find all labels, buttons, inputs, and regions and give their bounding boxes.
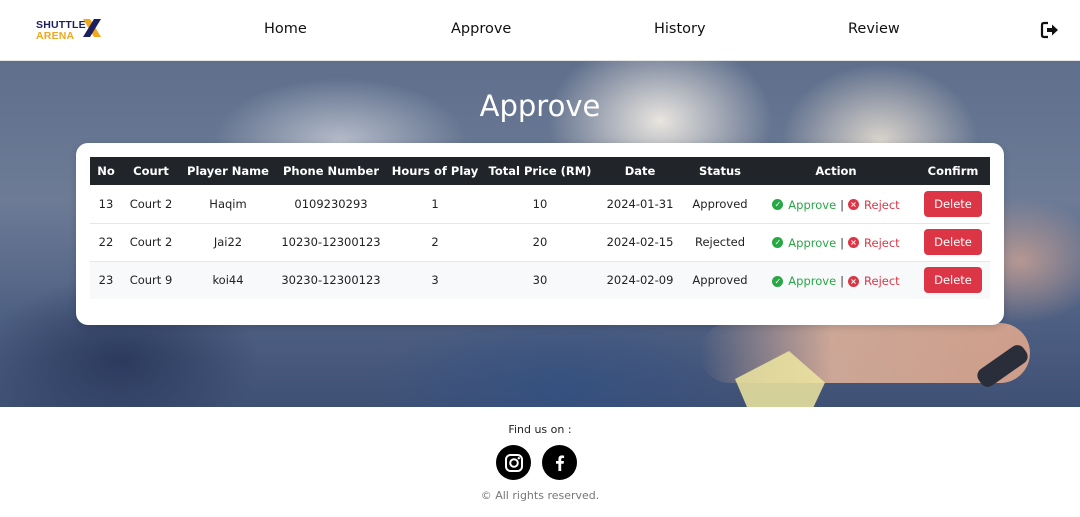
cell-no: 13: [90, 185, 122, 224]
reject-link[interactable]: × Reject: [848, 236, 900, 250]
delete-button[interactable]: Delete: [924, 190, 982, 217]
cell-total-price: 20: [484, 223, 596, 262]
cell-status: Rejected: [684, 223, 756, 262]
navbar: SHUTTLE ARENA Home Approve History Revie…: [0, 0, 1080, 61]
cell-no: 23: [90, 261, 122, 299]
x-circle-icon: ×: [848, 199, 860, 210]
column-header-phone-number: Phone Number: [276, 157, 386, 185]
cell-action: ✓ Approve | × Reject: [756, 223, 916, 262]
reject-label: Reject: [864, 235, 900, 250]
cell-hours-of-play: 2: [386, 223, 484, 262]
delete-button[interactable]: Delete: [924, 229, 982, 255]
delete-button[interactable]: Delete: [924, 267, 982, 294]
cell-phone-number: 30230-12300123: [276, 261, 386, 299]
cell-no: 22: [90, 223, 122, 262]
cell-phone-number: 10230-12300123: [276, 223, 386, 262]
cell-date: 2024-02-15: [596, 223, 684, 262]
column-header-court: Court: [122, 157, 180, 185]
check-circle-icon: ✓: [772, 237, 784, 249]
x-circle-icon: ×: [848, 275, 860, 287]
bookings-card: No Court Player Name Phone Number Hours …: [76, 143, 1004, 325]
table-row: 22 Court 2 Jai22 10230-12300123 2 20 202…: [90, 223, 990, 262]
page-title: Approve: [479, 89, 601, 123]
cell-total-price: 30: [484, 261, 596, 299]
column-header-hours-of-play: Hours of Play: [386, 157, 484, 185]
cell-court: Court 9: [122, 261, 180, 299]
cell-date: 2024-02-09: [596, 261, 684, 299]
bookings-table: No Court Player Name Phone Number Hours …: [90, 157, 990, 299]
reject-link[interactable]: × Reject: [848, 198, 900, 212]
cell-player-name: Jai22: [180, 223, 276, 262]
check-circle-icon: ✓: [772, 275, 784, 287]
cell-hours-of-play: 1: [386, 185, 484, 224]
cell-status: Approved: [684, 261, 756, 299]
cell-court: Court 2: [122, 223, 180, 262]
logout-icon[interactable]: [1040, 20, 1060, 40]
nav-history[interactable]: History: [654, 21, 706, 37]
instagram-icon: [504, 453, 523, 472]
approve-link[interactable]: ✓ Approve: [772, 198, 836, 212]
instagram-link[interactable]: [496, 445, 531, 480]
brand-logo[interactable]: SHUTTLE ARENA: [36, 17, 102, 43]
cell-hours-of-play: 3: [386, 261, 484, 299]
cell-action: ✓ Approve | × Reject: [756, 261, 916, 299]
table-header-row: No Court Player Name Phone Number Hours …: [90, 157, 990, 185]
footer: Find us on : © All rights reserved.: [0, 407, 1080, 517]
approve-link[interactable]: ✓ Approve: [772, 236, 836, 250]
cell-status: Approved: [684, 185, 756, 224]
nav-review[interactable]: Review: [848, 21, 900, 37]
action-separator: |: [840, 235, 845, 250]
approve-link[interactable]: ✓ Approve: [772, 274, 836, 288]
brand-x-mark-icon: [83, 19, 101, 37]
cell-total-price: 10: [484, 185, 596, 224]
check-circle-icon: ✓: [772, 199, 784, 210]
cell-action: ✓ Approve | × Reject: [756, 185, 916, 224]
x-circle-icon: ×: [848, 237, 860, 249]
action-separator: |: [840, 197, 845, 212]
reject-label: Reject: [864, 274, 900, 288]
column-header-status: Status: [684, 157, 756, 185]
approve-label: Approve: [788, 197, 837, 212]
cell-confirm: Delete: [916, 261, 990, 299]
reject-label: Reject: [864, 197, 900, 212]
column-header-no: No: [90, 157, 122, 185]
brand-line2: ARENA: [36, 30, 75, 42]
cell-confirm: Delete: [916, 223, 990, 262]
cell-phone-number: 0109230293: [276, 185, 386, 224]
facebook-link[interactable]: [542, 445, 577, 480]
action-separator: |: [840, 274, 845, 288]
cell-player-name: Haqim: [180, 185, 276, 224]
cell-player-name: koi44: [180, 261, 276, 299]
table-row: 23 Court 9 koi44 30230-12300123 3 30 202…: [90, 261, 990, 299]
column-header-date: Date: [596, 157, 684, 185]
reject-link[interactable]: × Reject: [848, 274, 900, 288]
column-header-action: Action: [756, 157, 916, 185]
find-us-label: Find us on :: [508, 423, 572, 436]
hero-section: Approve No Court Player Name Phone Numbe…: [0, 61, 1080, 407]
facebook-icon: [555, 454, 564, 471]
table-row: 13 Court 2 Haqim 0109230293 1 10 2024-01…: [90, 185, 990, 224]
approve-label: Approve: [788, 235, 837, 250]
column-header-total-price: Total Price (RM): [484, 157, 596, 185]
cell-confirm: Delete: [916, 185, 990, 224]
cell-date: 2024-01-31: [596, 185, 684, 224]
cell-court: Court 2: [122, 185, 180, 224]
copyright-text: © All rights reserved.: [480, 489, 600, 502]
nav-home[interactable]: Home: [264, 21, 307, 37]
column-header-confirm: Confirm: [916, 157, 990, 185]
nav-approve[interactable]: Approve: [451, 21, 511, 37]
approve-label: Approve: [788, 274, 837, 288]
column-header-player-name: Player Name: [180, 157, 276, 185]
